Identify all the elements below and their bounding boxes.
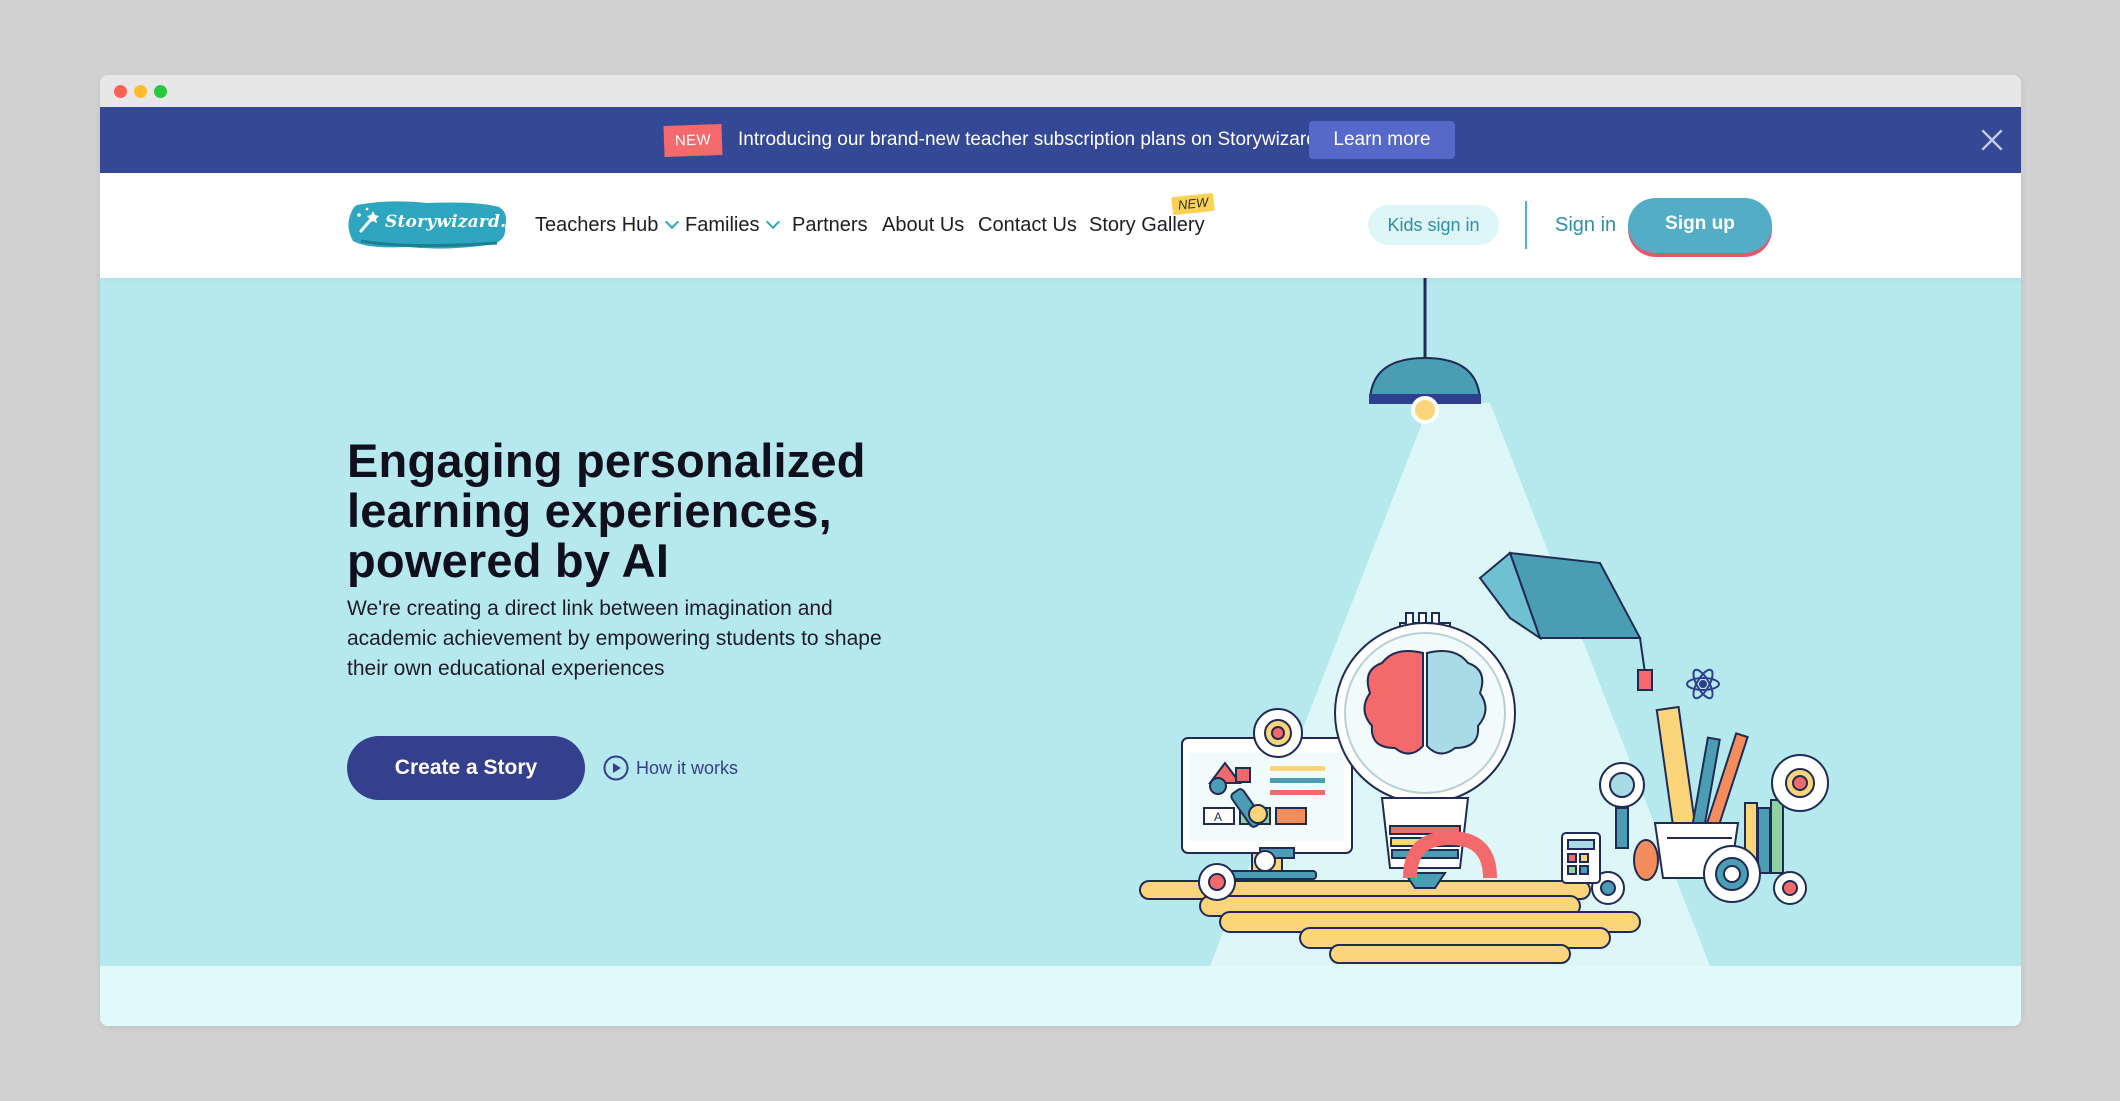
learn-more-button[interactable]: Learn more <box>1309 121 1455 159</box>
hero-subtitle: We're creating a direct link between ima… <box>347 597 882 680</box>
lamp-icon <box>1368 356 1482 401</box>
atom-icon <box>1686 668 1720 700</box>
story-gallery-new-badge: NEW <box>1171 192 1216 216</box>
next-section-band <box>100 966 2021 1026</box>
nav-teachers-hub-label: Teachers Hub <box>535 214 659 236</box>
hero-section: A B <box>100 278 2021 966</box>
nav-teachers-hub[interactable]: Teachers Hub <box>535 211 680 239</box>
illustration-label-a: A <box>1214 810 1222 824</box>
nav-divider <box>1525 201 1527 249</box>
nav-about-us[interactable]: About Us <box>882 211 964 239</box>
sign-in-link[interactable]: Sign in <box>1555 211 1616 239</box>
main-navbar: Storywizard.ai Teachers Hub Families Par… <box>100 173 2021 278</box>
nav-story-gallery[interactable]: Story Gallery <box>1089 211 1205 239</box>
sign-up-button[interactable]: Sign up <box>1628 198 1772 253</box>
play-icon <box>603 755 629 781</box>
nav-contact-us[interactable]: Contact Us <box>978 211 1077 239</box>
football-icon <box>1633 839 1659 881</box>
close-icon[interactable] <box>1980 128 2004 152</box>
logo-text: Storywizard.ai <box>385 212 525 232</box>
ruler-icon <box>1655 705 1749 831</box>
create-story-button[interactable]: Create a Story <box>347 736 585 800</box>
kids-sign-in-button[interactable]: Kids sign in <box>1368 205 1499 245</box>
nav-families[interactable]: Families <box>685 211 781 239</box>
browser-window: NEW Introducing our brand-new teacher su… <box>100 75 2021 1026</box>
nav-partners[interactable]: Partners <box>792 211 868 239</box>
maximize-window-button[interactable] <box>154 85 167 98</box>
banner-message: Introducing our brand-new teacher subscr… <box>738 129 1337 150</box>
hero-title: Engaging personalized learning experienc… <box>347 434 866 587</box>
new-badge: NEW <box>663 123 723 158</box>
how-it-works-label: How it works <box>636 758 739 778</box>
chevron-down-icon <box>665 214 680 230</box>
calculator-icon <box>1561 832 1601 884</box>
announcement-banner: NEW Introducing our brand-new teacher su… <box>100 107 2021 173</box>
nav-families-label: Families <box>685 214 760 236</box>
close-window-button[interactable] <box>114 85 127 98</box>
minimize-window-button[interactable] <box>134 85 147 98</box>
chevron-down-icon <box>766 214 781 230</box>
window-titlebar <box>100 75 2021 107</box>
storywizard-logo[interactable]: Storywizard.ai <box>347 199 524 251</box>
